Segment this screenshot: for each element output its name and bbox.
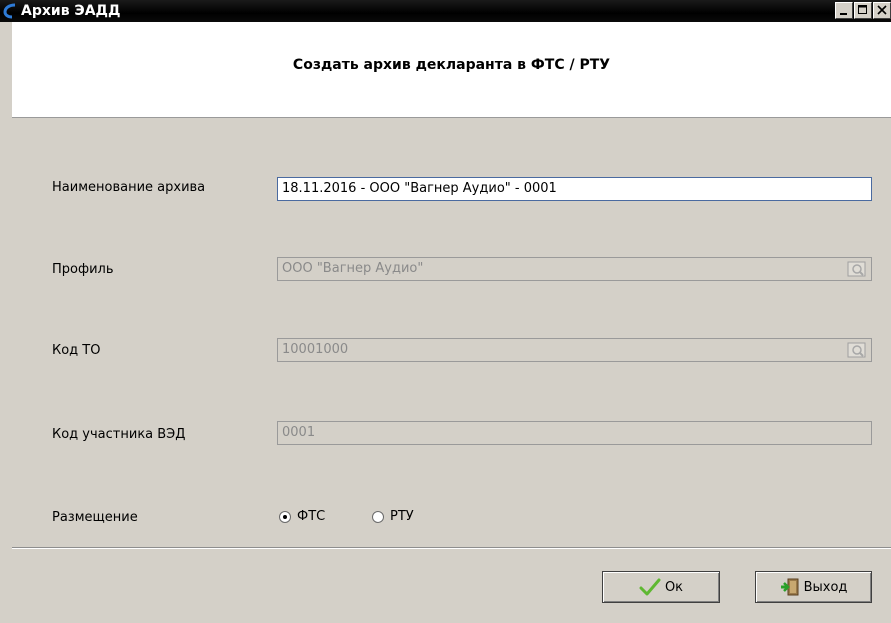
window-controls xyxy=(834,2,891,20)
minimize-button[interactable] xyxy=(835,2,853,19)
radio-rtu-label: РТУ xyxy=(390,509,414,524)
lookup-icon xyxy=(847,261,866,277)
placement-label: Размещение xyxy=(52,510,138,525)
left-border xyxy=(0,22,12,623)
archive-name-label: Наименование архива xyxy=(52,180,206,195)
radio-selected-dot xyxy=(283,514,287,519)
archive-name-input[interactable]: 18.11.2016 - ООО "Вагнер Аудио" - 0001 xyxy=(277,177,872,201)
radio-rtu[interactable]: РТУ xyxy=(372,509,414,524)
radio-fts[interactable]: ФТС xyxy=(279,509,325,524)
close-icon xyxy=(877,5,887,15)
lookup-icon xyxy=(847,342,866,358)
close-button[interactable] xyxy=(873,2,891,19)
profile-label: Профиль xyxy=(52,262,114,277)
customs-code-field: 10001000 xyxy=(277,338,872,362)
maximize-button[interactable] xyxy=(854,2,872,19)
dialog-title: Создать архив декларанта в ФТС / РТУ xyxy=(292,57,611,73)
radio-fts-label: ФТС xyxy=(297,509,326,524)
customs-code-value: 10001000 xyxy=(282,342,349,357)
minimize-icon xyxy=(840,13,847,15)
app-logo-icon xyxy=(3,3,16,19)
participant-code-label: Код участника ВЭД xyxy=(52,427,186,442)
window-title: Архив ЭАДД xyxy=(21,3,121,19)
archive-name-value: 18.11.2016 - ООО "Вагнер Аудио" - 0001 xyxy=(282,181,557,196)
radio-rtu-circle[interactable] xyxy=(372,510,384,523)
checkmark-icon xyxy=(639,578,661,596)
participant-code-value: 0001 xyxy=(282,425,316,440)
ok-button-label: Ок xyxy=(664,579,684,595)
exit-button[interactable]: Выход xyxy=(755,571,872,603)
radio-fts-circle[interactable] xyxy=(279,510,291,523)
dialog-header: Создать архив декларанта в ФТС / РТУ xyxy=(12,22,891,118)
customs-code-label: Код ТО xyxy=(52,343,101,358)
profile-value: ООО "Вагнер Аудио" xyxy=(282,261,424,276)
title-bar[interactable]: Архив ЭАДД xyxy=(0,0,891,22)
maximize-icon xyxy=(858,5,867,14)
participant-code-field: 0001 xyxy=(277,421,872,445)
exit-door-icon xyxy=(780,578,799,596)
exit-button-label: Выход xyxy=(803,579,848,595)
ok-button[interactable]: Ок xyxy=(602,571,720,603)
profile-field: ООО "Вагнер Аудио" xyxy=(277,257,872,281)
footer-separator xyxy=(12,547,891,549)
